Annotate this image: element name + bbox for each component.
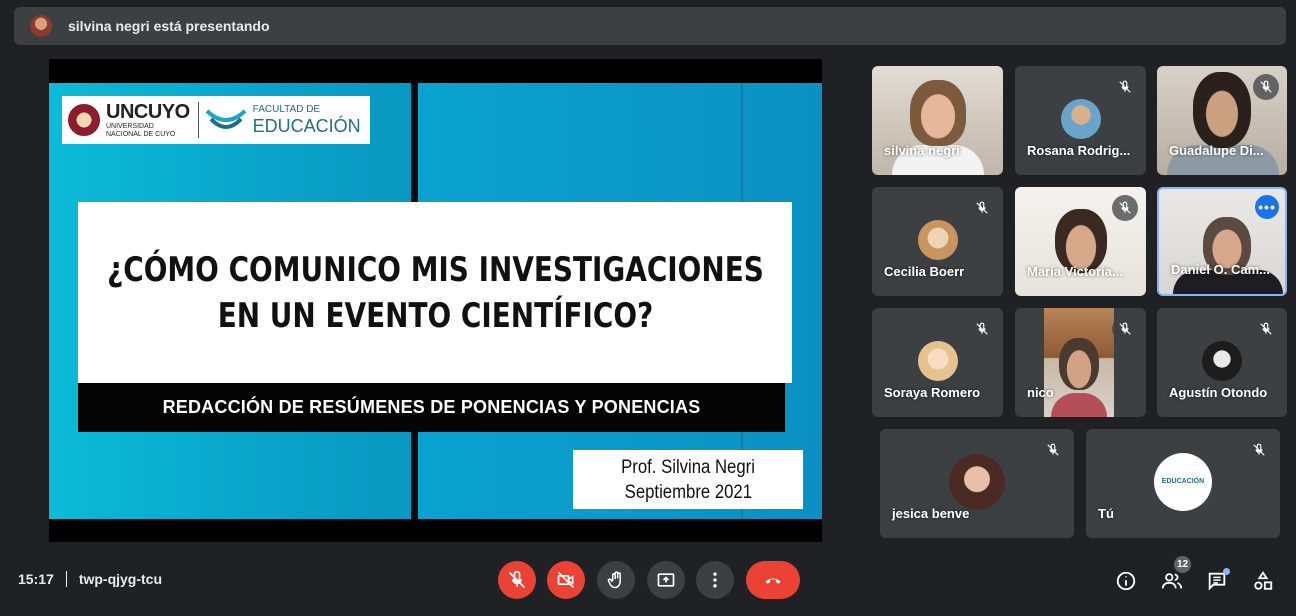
meeting-info: 15:17 twp-qjyg-tcu — [18, 571, 162, 587]
participant-name: Guadalupe Di... — [1169, 143, 1264, 158]
university-logo: UNCUYO UNIVERSIDAD NACIONAL DE CUYO FACU… — [62, 96, 370, 144]
participant-tile[interactable]: Cecilia Boerr — [872, 187, 1003, 296]
chat-button[interactable] — [1205, 568, 1230, 593]
participant-avatar — [1060, 98, 1101, 139]
participant-tile[interactable]: silvina negri — [872, 66, 1003, 175]
presenting-text: silvina negri está presentando — [68, 18, 270, 34]
slide-subtitle-box: REDACCIÓN DE RESÚMENES DE PONENCIAS Y PO… — [78, 383, 785, 432]
participant-tile[interactable]: Agustín Otondo — [1157, 308, 1287, 417]
participant-name: Cecilia Boerr — [884, 264, 965, 279]
mic-off-icon — [1112, 316, 1138, 342]
participant-tile[interactable]: María Victoria... — [1015, 187, 1146, 296]
slide: UNCUYO UNIVERSIDAD NACIONAL DE CUYO FACU… — [49, 83, 822, 519]
participant-name: María Victoria... — [1027, 264, 1123, 279]
slide-date: Septiembre 2021 — [624, 481, 752, 503]
meeting-details-button[interactable] — [1114, 569, 1138, 593]
present-button[interactable] — [647, 561, 685, 599]
participant-name: Soraya Romero — [884, 385, 981, 400]
university-line2: NACIONAL DE CUYO — [106, 131, 176, 138]
slide-title-line1: ¿CÓMO COMUNICO MIS INVESTIGACIONES — [106, 249, 764, 290]
mic-off-icon — [1040, 437, 1066, 463]
meeting-code: twp-qjyg-tcu — [78, 571, 163, 587]
participant-avatar — [917, 219, 958, 260]
participant-name: nico — [1027, 385, 1054, 400]
activities-button[interactable] — [1251, 569, 1275, 593]
slide-title-line2: EN UN EVENTO CIENTÍFICO? — [217, 295, 653, 336]
mic-off-icon — [1253, 316, 1279, 342]
university-title: UNCUYO — [106, 101, 190, 123]
mic-off-icon — [1112, 195, 1138, 221]
university-line1: UNIVERSIDAD — [106, 123, 154, 130]
faculty-big: EDUCACIÓN — [252, 116, 361, 136]
mic-off-icon — [1253, 74, 1279, 100]
presenting-banner: silvina negri está presentando — [14, 7, 1286, 45]
slide-title-box: ¿CÓMO COMUNICO MIS INVESTIGACIONES EN UN… — [78, 202, 792, 383]
more-options-button[interactable] — [696, 561, 734, 599]
self-avatar-text: EDUCACIÓN — [1161, 478, 1205, 485]
faculty-small: FACULTAD DE — [252, 104, 321, 115]
participant-tile[interactable]: Rosana Rodrig... — [1015, 66, 1146, 175]
presenter-avatar — [30, 15, 52, 37]
participant-name: Tú — [1098, 506, 1114, 521]
more-vert-icon — [713, 572, 717, 588]
mic-off-icon — [969, 195, 995, 221]
mic-off-icon — [1246, 437, 1272, 463]
people-icon — [1161, 573, 1183, 589]
slide-author-box: Prof. Silvina Negri Septiembre 2021 — [573, 450, 803, 509]
mic-toggle-button[interactable] — [498, 561, 536, 599]
mic-off-icon — [1112, 74, 1138, 100]
meeting-time: 15:17 — [18, 571, 54, 587]
activities-icon — [1254, 571, 1273, 590]
raise-hand-button[interactable] — [597, 561, 635, 599]
participant-name: Rosana Rodrig... — [1027, 143, 1131, 158]
participant-name: jesica benve — [892, 506, 970, 521]
slide-subtitle: REDACCIÓN DE RESÚMENES DE PONENCIAS Y PO… — [162, 397, 701, 417]
mic-off-icon — [508, 570, 526, 589]
end-call-button[interactable] — [746, 561, 800, 599]
more-options-icon[interactable]: ••• — [1255, 195, 1279, 219]
presentation-view: UNCUYO UNIVERSIDAD NACIONAL DE CUYO FACU… — [49, 59, 822, 542]
participant-name: silvina negri — [884, 143, 960, 158]
participant-name: Agustín Otondo — [1169, 385, 1268, 400]
faculty-logo-icon — [205, 105, 247, 135]
self-tile[interactable]: EDUCACIÓN Tú — [1086, 429, 1280, 538]
info-icon — [1116, 571, 1136, 591]
participant-tile[interactable]: Soraya Romero — [872, 308, 1003, 417]
present-icon — [657, 573, 675, 587]
participant-avatar — [949, 453, 1005, 510]
hand-icon — [607, 571, 621, 589]
call-end-icon — [765, 578, 781, 584]
university-seal-icon — [68, 104, 100, 136]
camera-toggle-button[interactable] — [547, 561, 585, 599]
participant-tile[interactable]: jesica benve — [880, 429, 1074, 538]
videocam-off-icon — [557, 571, 575, 589]
participant-tile[interactable]: nico — [1015, 308, 1146, 417]
participant-avatar — [917, 340, 958, 381]
participant-tile[interactable]: Guadalupe Di... — [1157, 66, 1287, 175]
chat-unread-dot — [1223, 568, 1230, 575]
participant-tile[interactable]: ••• Daniel O. Cam... — [1157, 187, 1287, 296]
mic-off-icon — [969, 316, 995, 342]
bottom-toolbar: 15:17 twp-qjyg-tcu 12 — [0, 552, 1296, 608]
participant-name: Daniel O. Cam... — [1171, 262, 1270, 277]
participant-avatar — [1202, 340, 1242, 381]
participant-count-badge: 12 — [1174, 556, 1191, 573]
slide-author: Prof. Silvina Negri — [621, 456, 755, 478]
self-avatar: EDUCACIÓN — [1154, 452, 1212, 511]
